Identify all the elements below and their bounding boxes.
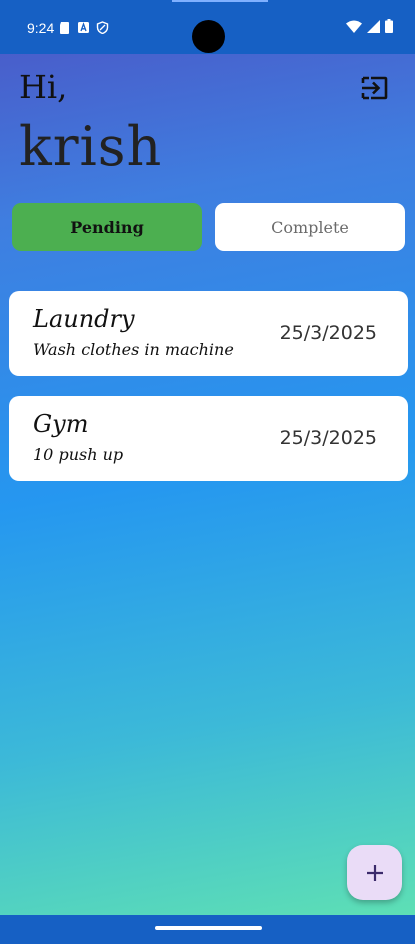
tab-complete[interactable]: Complete: [215, 203, 405, 251]
task-date: 25/3/2025: [279, 427, 377, 449]
status-right-icons: [346, 19, 393, 38]
task-card[interactable]: Gym 10 push up 25/3/2025: [9, 396, 408, 481]
wifi-icon: [346, 20, 362, 38]
camera-cutout: [192, 20, 225, 53]
task-date: 25/3/2025: [279, 322, 377, 344]
status-time: 9:24: [27, 20, 55, 36]
navigation-bar: [0, 915, 415, 944]
task-description: Wash clothes in machine: [33, 340, 234, 359]
task-card[interactable]: Laundry Wash clothes in machine 25/3/202…: [9, 291, 408, 376]
task-title: Gym: [33, 410, 89, 438]
logout-icon: [361, 76, 388, 100]
task-description: 10 push up: [33, 445, 124, 464]
shield-icon: [96, 21, 109, 35]
username-text: krish: [19, 115, 163, 178]
add-task-button[interactable]: [347, 845, 402, 900]
sd-card-icon: [58, 21, 71, 34]
battery-icon: [385, 19, 393, 38]
signal-icon: [367, 19, 380, 38]
app-screen: 9:24 Hi, krish Pending Complete Laundry …: [0, 0, 415, 944]
tab-pending[interactable]: Pending: [12, 203, 202, 251]
status-left-icons: [58, 21, 109, 35]
logout-button[interactable]: [359, 72, 391, 104]
a-box-icon: [77, 21, 90, 34]
task-title: Laundry: [33, 305, 135, 333]
plus-icon: [366, 864, 383, 881]
home-indicator[interactable]: [155, 926, 262, 930]
greeting-text: Hi,: [19, 68, 68, 106]
status-bar: 9:24: [0, 0, 415, 54]
top-accent: [172, 0, 268, 2]
